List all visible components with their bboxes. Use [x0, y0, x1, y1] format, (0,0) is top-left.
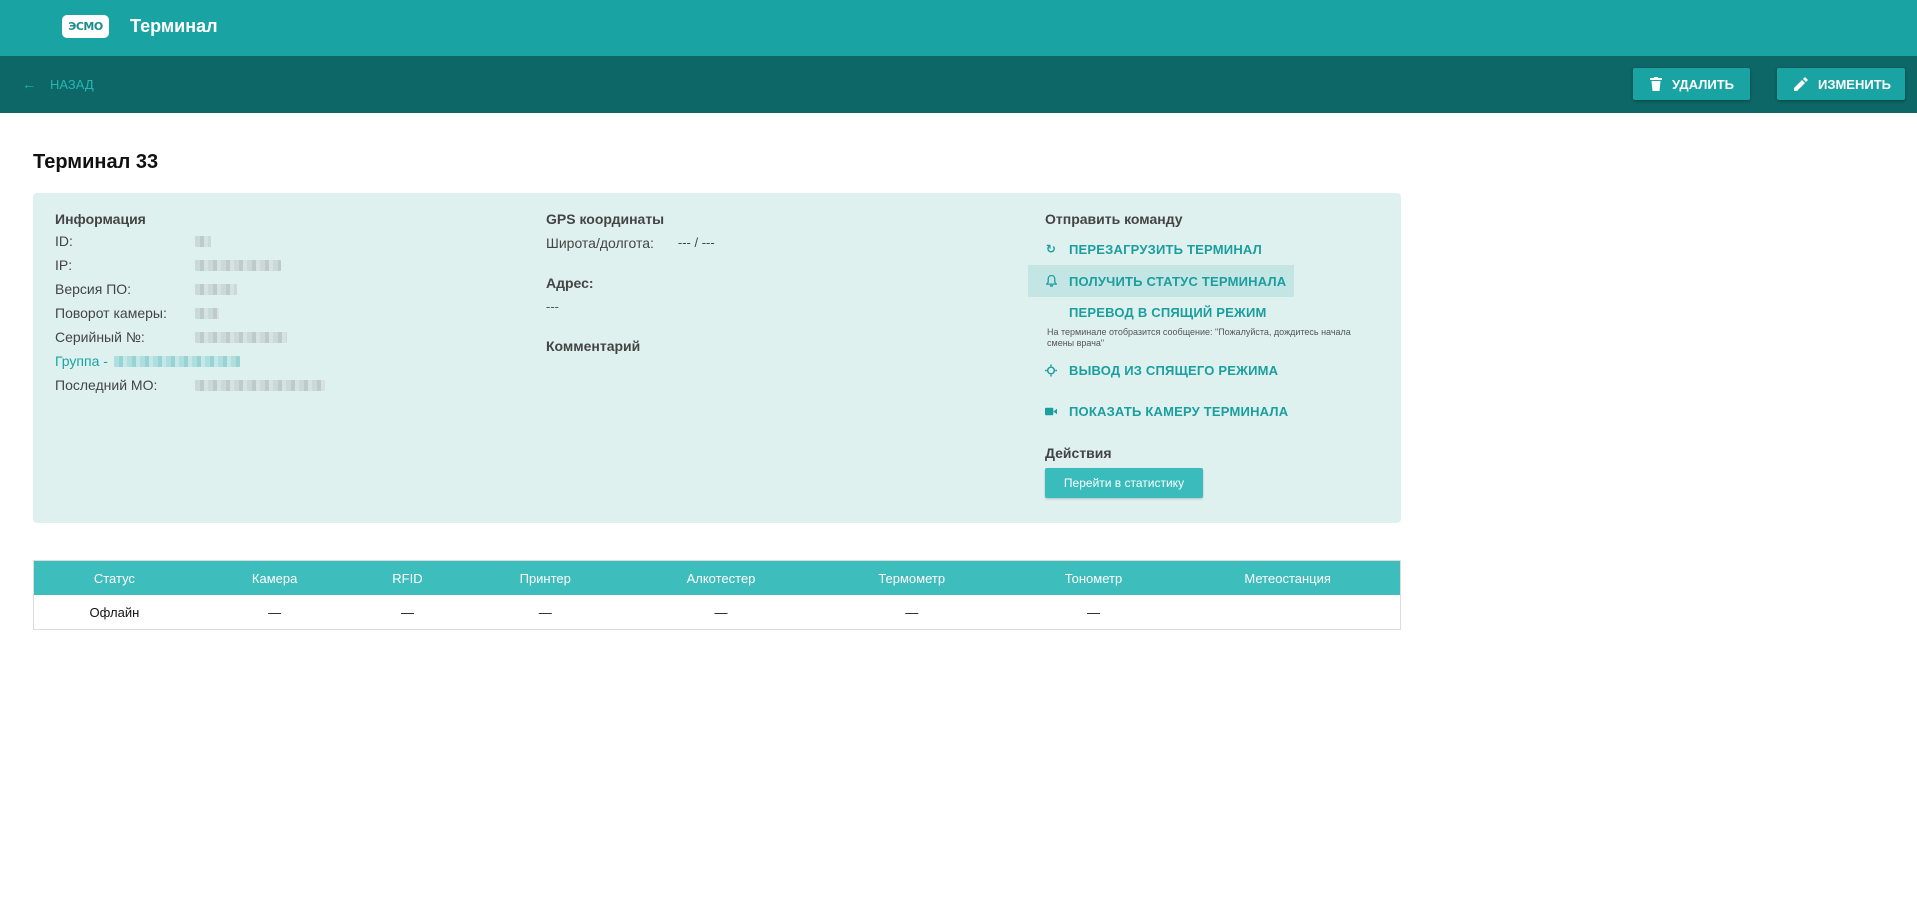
redacted-value [195, 379, 325, 391]
commands-section: Отправить команду ↻ ПЕРЕЗАГРУЗИТЬ ТЕРМИН… [1028, 211, 1388, 498]
header-thermometer: Термометр [878, 570, 946, 586]
version-label: Версия ПО: [55, 281, 132, 297]
wake-mode-button[interactable]: ВЫВОД ИЗ СПЯЩЕГО РЕЖИМА [1028, 357, 1388, 383]
back-button[interactable]: ← НАЗАД [22, 76, 94, 92]
edit-button[interactable]: ИЗМЕНИТЬ [1777, 68, 1905, 100]
info-row-ip: IP: [55, 253, 475, 277]
header-tonometer: Тонометр [1064, 570, 1123, 586]
header-weather-station: Метеостанция [1244, 570, 1331, 586]
cell-camera: — [268, 604, 282, 620]
app-title: Терминал [130, 16, 218, 36]
redacted-value [195, 235, 211, 247]
group-label: Группа - [55, 353, 108, 369]
pencil-icon [1794, 77, 1808, 91]
table-row: Офлайн — — — — — — [34, 595, 1400, 629]
gps-heading: GPS координаты [546, 211, 665, 227]
rotation-label: Поворот камеры: [55, 305, 167, 321]
bell-icon [1045, 275, 1057, 287]
info-heading: Информация [55, 211, 146, 227]
page-title: Терминал 33 [33, 151, 159, 173]
header-breathalyzer: Алкотестер [686, 570, 756, 586]
info-row-id: ID: [55, 229, 475, 253]
esmo-logo[interactable]: ЭСМО [62, 15, 109, 38]
table-header: Статус Камера RFID Принтер Алкотестер Те… [34, 561, 1400, 595]
address-heading: Адрес: [546, 275, 594, 291]
actions-heading: Действия [1045, 445, 1112, 461]
reboot-label: ПЕРЕЗАГРУЗИТЬ ТЕРМИНАЛ [1069, 241, 1262, 257]
edit-label: ИЗМЕНИТЬ [1817, 76, 1891, 92]
coords-row: Широта/долгота: --- / --- [546, 235, 986, 251]
redacted-value [113, 355, 240, 367]
serial-label: Серийный №: [55, 329, 145, 345]
sleep-label: ПЕРЕВОД В СПЯЩИЙ РЕЖИМ [1069, 304, 1267, 320]
gps-section: GPS координаты Широта/долгота: --- / ---… [546, 211, 986, 354]
info-row-rotation: Поворот камеры: [55, 301, 475, 325]
show-camera-button[interactable]: ПОКАЗАТЬ КАМЕРУ ТЕРМИНАЛА [1028, 395, 1388, 427]
action-toolbar: ← НАЗАД УДАЛИТЬ ИЗМЕНИТЬ [0, 56, 1917, 113]
address-value: --- [546, 299, 559, 314]
go-to-statistics-button[interactable]: Перейти в статистику [1045, 468, 1203, 498]
arrow-left-icon: ← [22, 76, 36, 92]
wake-label: ВЫВОД ИЗ СПЯЩЕГО РЕЖИМА [1069, 362, 1279, 378]
back-label: НАЗАД [50, 76, 94, 92]
cell-thermometer: — [905, 604, 919, 620]
last-mo-label: Последний МО: [55, 377, 158, 393]
camera-label: ПОКАЗАТЬ КАМЕРУ ТЕРМИНАЛА [1069, 403, 1289, 419]
videocam-icon [1045, 407, 1057, 416]
moon-icon [1045, 306, 1057, 318]
sun-icon [1045, 364, 1057, 377]
cell-status: Офлайн [89, 604, 140, 620]
info-section: Информация ID: IP: Версия ПО: Поворот ка… [55, 211, 475, 397]
sleep-note: На терминале отобразится сообщение: "Пож… [1047, 327, 1351, 348]
coords-value: --- / --- [677, 235, 715, 250]
terminal-details-panel: Информация ID: IP: Версия ПО: Поворот ка… [33, 193, 1401, 523]
id-label: ID: [55, 233, 73, 249]
redacted-value [195, 331, 287, 343]
delete-label: УДАЛИТЬ [1672, 76, 1734, 92]
commands-heading: Отправить команду [1045, 211, 1183, 227]
ip-label: IP: [55, 257, 73, 273]
top-app-bar: ЭСМО Терминал [0, 0, 1917, 56]
info-row-last-mo: Последний МО: [55, 373, 475, 397]
info-row-version: Версия ПО: [55, 277, 475, 301]
redacted-value [195, 307, 219, 319]
coords-label: Широта/долгота: [546, 235, 654, 251]
info-row-serial: Серийный №: [55, 325, 475, 349]
device-status-table: Статус Камера RFID Принтер Алкотестер Те… [33, 560, 1401, 630]
redacted-value [195, 283, 237, 295]
comment-heading: Комментарий [546, 338, 641, 354]
header-printer: Принтер [519, 570, 571, 586]
header-camera: Камера [251, 570, 298, 586]
cell-rfid: — [400, 604, 414, 620]
cell-breathalyzer: — [714, 604, 728, 620]
reboot-terminal-button[interactable]: ↻ ПЕРЕЗАГРУЗИТЬ ТЕРМИНАЛ [1028, 233, 1388, 265]
header-rfid: RFID [392, 570, 423, 586]
trash-icon [1650, 77, 1662, 91]
status-label: ПОЛУЧИТЬ СТАТУС ТЕРМИНАЛА [1069, 273, 1287, 289]
header-status: Статус [93, 570, 135, 586]
redacted-value [195, 259, 281, 271]
cell-printer: — [538, 604, 552, 620]
delete-button[interactable]: УДАЛИТЬ [1633, 68, 1750, 100]
group-link[interactable]: Группа - [55, 349, 475, 373]
sleep-mode-button[interactable]: ПЕРЕВОД В СПЯЩИЙ РЕЖИМ [1028, 297, 1388, 327]
get-status-button[interactable]: ПОЛУЧИТЬ СТАТУС ТЕРМИНАЛА [1028, 265, 1294, 297]
refresh-icon: ↻ [1045, 242, 1057, 256]
cell-tonometer: — [1086, 604, 1100, 620]
